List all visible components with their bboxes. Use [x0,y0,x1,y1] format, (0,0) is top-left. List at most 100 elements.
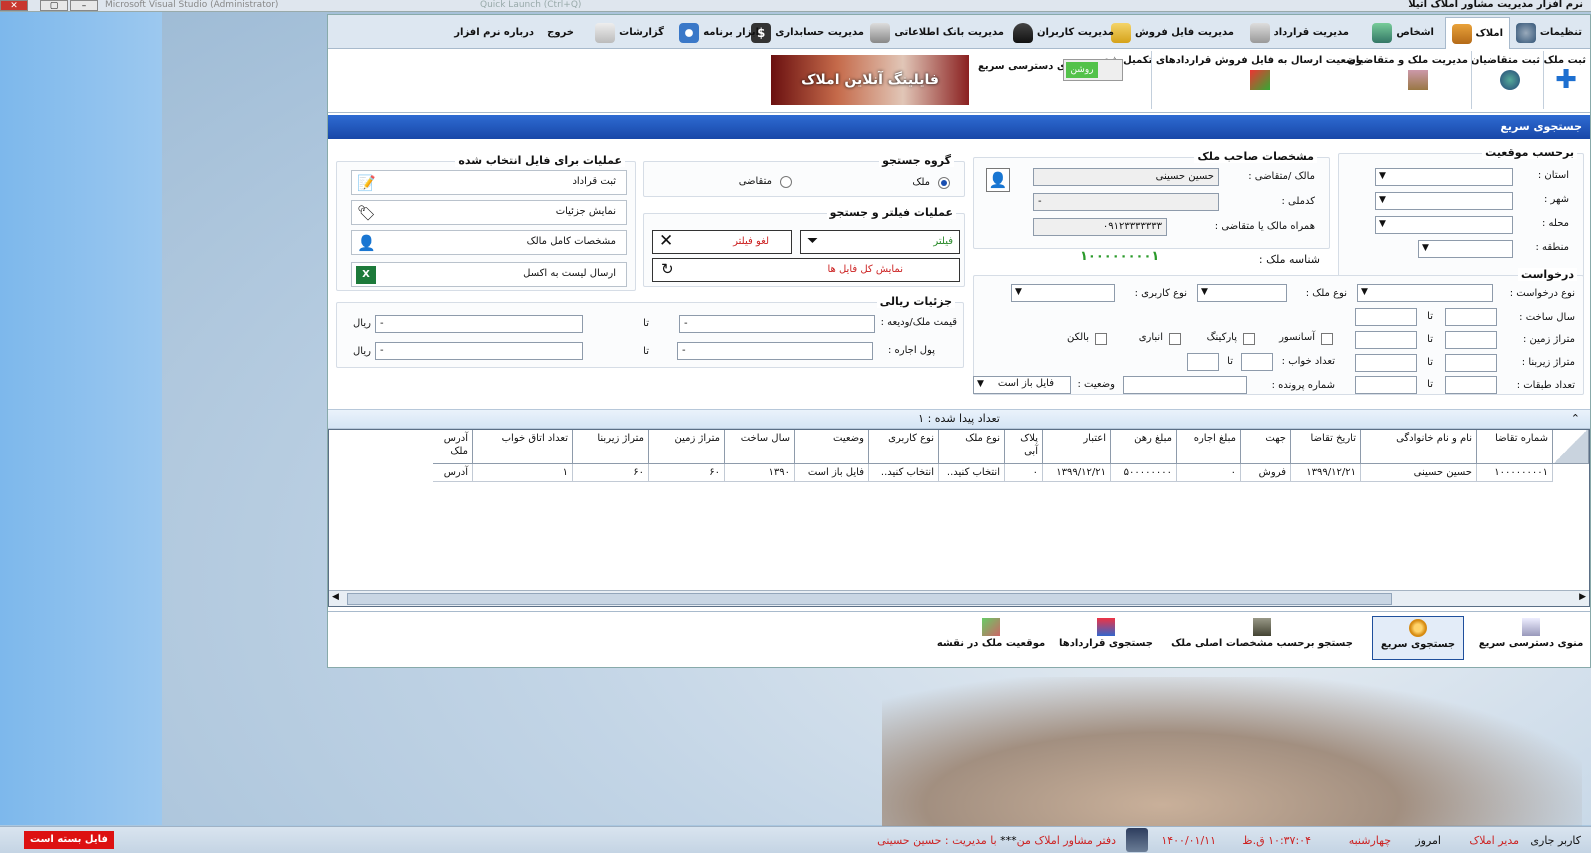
area-select[interactable]: ▼ [1375,216,1513,234]
parking-checkbox[interactable] [1243,333,1255,345]
tab-about[interactable]: درباره نرم افزار [448,17,540,49]
send-status-button[interactable]: وضعیت ارسال به فایل فروش قراردادهای تکمی… [1098,55,1362,90]
scrollbar-thumb[interactable] [347,593,1392,605]
column-header[interactable]: پلاک آبی [1005,430,1043,464]
register-contract-button[interactable]: ثبت قراداد 📝 [351,170,627,195]
column-header[interactable]: نام و نام خانوادگی [1361,430,1477,464]
column-header[interactable]: تاریخ تقاضا [1291,430,1361,464]
table-select-all[interactable] [1553,430,1589,464]
column-header[interactable]: وضعیت [795,430,869,464]
balcony-label: بالکن [1066,332,1089,343]
floors-from[interactable] [1445,376,1497,394]
show-details-button[interactable]: نمایش جزئیات 🏷 [351,200,627,225]
filter-button[interactable]: فیلتر ⏷ [800,230,960,254]
background-window-title: Microsoft Visual Studio (Administrator) [105,0,279,10]
province-select[interactable]: ▼ [1375,168,1513,186]
balcony-checkbox[interactable] [1095,333,1107,345]
tab-tools[interactable]: ابزار برنامه [673,17,765,49]
nav-quick-search[interactable]: جستجوی سریع [1372,616,1464,660]
table-cell: ۶۰ [573,464,649,482]
column-header[interactable]: شماره تقاضا [1477,430,1553,464]
column-header[interactable]: مبلغ رهن [1111,430,1177,464]
city-label: شهر : [1543,194,1569,205]
nav-map[interactable]: موقعیت ملک در نقشه [932,616,1050,660]
export-excel-button[interactable]: ارسال لیست به اکسل X [351,262,627,287]
manage-property-applicants-button[interactable]: مدیریت ملک و متقاضیان [1347,55,1468,90]
register-applicants-button[interactable]: ثبت متقاضیان [1471,55,1540,90]
refresh-icon: ↻ [661,260,674,278]
table-cell: آدرس [433,464,473,482]
column-header[interactable]: مبلغ اجاره [1177,430,1241,464]
city-select[interactable]: ▼ [1375,192,1513,210]
table-cell: انتخاب کنید.. [939,464,1005,482]
region-label: منطقه : [1535,242,1569,253]
status-select[interactable]: فایل باز است ▼ [973,376,1071,394]
built-area-from[interactable] [1445,354,1497,372]
storage-checkbox[interactable] [1169,333,1181,345]
rent-from-field[interactable]: - [677,342,873,360]
nav-quick-menu[interactable]: منوی دسترسی سریع [1474,616,1588,660]
build-year-from[interactable] [1445,308,1497,326]
column-header[interactable]: نوع کاربری [869,430,939,464]
floors-to-label: تا [1427,379,1433,390]
owner-field[interactable]: حسین حسینی [1033,168,1219,186]
column-header[interactable]: سال ساخت [725,430,795,464]
nav-search-main[interactable]: جستجو برحسب مشخصات اصلی ملک [1162,616,1362,660]
mobile-field[interactable]: ۰۹۱۲۳۳۳۳۳۳۳ [1033,218,1167,236]
house-icon [1451,23,1472,44]
column-header[interactable]: تعداد اتاق خواب [473,430,573,464]
horizontal-scrollbar[interactable]: ◀ ▶ [329,590,1589,606]
national-code-field[interactable]: - [1033,193,1219,211]
minimize-icon[interactable]: – [70,0,98,11]
column-header[interactable]: آدرس ملک [433,430,473,464]
elevator-checkbox[interactable] [1321,333,1333,345]
scroll-left-icon[interactable]: ◀ [332,592,339,602]
tab-people[interactable]: اشخاص [1366,17,1440,49]
case-no-field[interactable] [1123,376,1247,394]
tab-reports[interactable]: گزارشات [589,17,670,49]
nav-search-contracts[interactable]: جستجوی قراردادها [1054,616,1158,660]
collapse-icon[interactable]: ⌃ [1571,410,1580,428]
request-type-select[interactable]: ▼ [1357,284,1493,302]
column-header[interactable]: نوع ملک [939,430,1005,464]
restore-icon[interactable]: ▢ [40,0,68,11]
build-year-to[interactable] [1355,308,1417,326]
floors-to[interactable] [1355,376,1417,394]
tab-sales-files[interactable]: مدیریت فایل فروش [1105,17,1240,49]
price-label: قیمت ملک/ودیعه : [880,317,957,328]
bedrooms-from[interactable] [1241,353,1273,371]
usage-type-select[interactable]: ▼ [1011,284,1115,302]
tab-exit[interactable]: خروج [541,17,580,49]
register-property-button[interactable]: ثبت ملک ✚ [1544,55,1586,93]
column-header[interactable]: متراژ زیربنا [573,430,649,464]
column-header[interactable]: اعتبار [1043,430,1111,464]
region-select[interactable]: ▼ [1418,240,1513,258]
chart-arrow-icon [1249,70,1270,90]
column-header[interactable]: جهت [1241,430,1291,464]
tab-users[interactable]: مدیریت کاربران [1007,17,1120,49]
price-from-field[interactable]: - [679,315,875,333]
tab-database[interactable]: مدیریت بانک اطلاعاتی [864,17,1010,49]
tab-properties[interactable]: املاک [1444,17,1510,49]
land-area-from[interactable] [1445,331,1497,349]
close-icon[interactable]: ✕ [0,0,28,11]
owner-lookup-icon[interactable]: 👤 [986,168,1010,192]
tab-contracts[interactable]: مدیریت قرارداد [1244,17,1355,49]
quick-menu-toggle[interactable]: روشن [1063,59,1123,81]
rent-to-field[interactable]: - [375,342,583,360]
applicant-radio[interactable] [780,176,792,188]
property-radio[interactable] [938,177,950,189]
filing-banner[interactable]: فایلینگ آنلاین املاک [771,55,969,105]
land-area-to[interactable] [1355,331,1417,349]
column-header[interactable]: متراژ زمین [649,430,725,464]
scroll-right-icon[interactable]: ▶ [1579,592,1586,602]
table-cell: ۱۳۹۹/۱۲/۲۱ [1043,464,1111,482]
owner-details-button[interactable]: مشخصات کامل مالک 👤 [351,230,627,255]
price-to-field[interactable]: - [375,315,583,333]
built-area-to[interactable] [1355,354,1417,372]
show-all-button[interactable]: نمایش کل فایل ها ↻ [652,258,960,282]
bedrooms-to[interactable] [1187,353,1219,371]
tab-settings[interactable]: تنظیمات [1510,17,1588,49]
cancel-filter-button[interactable]: لغو فیلتر ✕ [652,230,792,254]
property-type-select[interactable]: ▼ [1197,284,1287,302]
